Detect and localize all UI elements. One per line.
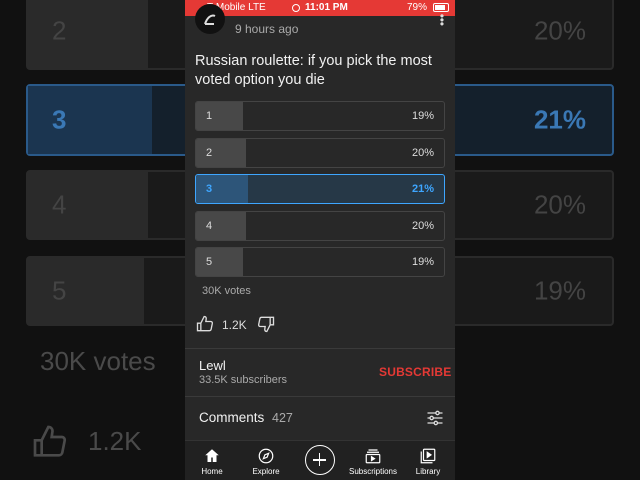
bg-option-label: 2	[52, 15, 67, 46]
thumbs-up-icon[interactable]	[195, 314, 215, 334]
channel-avatar[interactable]	[195, 4, 225, 34]
comments-label[interactable]: Comments	[199, 410, 264, 425]
bg-option-percent: 20%	[533, 189, 586, 220]
poll-option-2[interactable]: 2 20%	[195, 138, 445, 168]
bg-votes-text: 30K votes	[40, 346, 156, 376]
poll-option-label: 5	[206, 256, 213, 268]
poll-option-percent: 19%	[411, 256, 434, 268]
create-plus-icon	[305, 445, 335, 475]
subscribe-button[interactable]: SUBSCRIBE	[379, 365, 451, 379]
bg-option-label: 4	[52, 189, 67, 220]
bg-thumbs-up-icon	[33, 425, 67, 457]
like-count: 1.2K	[222, 318, 247, 332]
phone-screen: T-Mobile LTE 11:01 PM 79% 9 hours ago • •…	[185, 0, 455, 480]
status-bar: T-Mobile LTE 11:01 PM 79%	[185, 0, 455, 16]
poll-option-3[interactable]: 3 21%	[195, 174, 445, 204]
more-vertical-icon[interactable]: • • •	[437, 10, 447, 30]
nav-home[interactable]: Home	[197, 441, 227, 480]
poll-option-fill	[196, 139, 246, 167]
alarm-icon	[292, 4, 300, 12]
comments-count: 427	[272, 411, 293, 425]
bg-option-label: 5	[52, 275, 67, 306]
channel-subscriber-count: 33.5K subscribers	[199, 374, 288, 386]
compass-icon	[258, 448, 274, 464]
poll-option-fill	[196, 175, 249, 203]
divider	[185, 348, 455, 349]
bg-option-percent: 21%	[533, 104, 586, 135]
poll-option-label: 3	[206, 183, 213, 195]
bg-option-percent: 20%	[533, 15, 586, 46]
nav-explore-label: Explore	[252, 467, 280, 476]
post-timestamp: 9 hours ago	[235, 22, 299, 36]
bottom-navigation: Home Explore Subscriptions Library	[185, 440, 455, 480]
poll-option-percent: 19%	[411, 110, 434, 122]
poll-option-label: 2	[206, 147, 213, 159]
poll-option-1[interactable]: 1 19%	[195, 101, 445, 131]
poll-option-percent: 20%	[411, 220, 434, 232]
post-title: Russian roulette: if you pick the most v…	[195, 53, 432, 88]
poll-option-fill	[196, 212, 246, 240]
nav-create[interactable]	[303, 441, 337, 480]
thumbs-down-icon[interactable]	[256, 314, 276, 334]
poll-vote-count: 30K votes	[202, 285, 251, 297]
divider	[185, 396, 455, 397]
nav-home-label: Home	[201, 467, 223, 476]
poll-option-label: 4	[206, 220, 213, 232]
library-icon	[420, 448, 436, 464]
status-time: 11:01 PM	[305, 2, 348, 13]
poll-option-percent: 20%	[411, 147, 434, 159]
poll-option-4[interactable]: 4 20%	[195, 211, 445, 241]
sort-icon[interactable]	[425, 408, 445, 428]
nav-explore[interactable]: Explore	[249, 441, 283, 480]
channel-name[interactable]: Lewl	[199, 358, 226, 373]
poll-option-fill	[196, 248, 244, 276]
avatar-logo-icon	[204, 14, 216, 25]
poll-option-percent: 21%	[411, 183, 434, 195]
nav-subscriptions[interactable]: Subscriptions	[345, 441, 401, 480]
poll-option-fill	[196, 102, 244, 130]
nav-library[interactable]: Library	[410, 441, 446, 480]
home-icon	[205, 449, 219, 462]
poll-option-label: 1	[206, 110, 213, 122]
bg-option-percent: 19%	[533, 275, 586, 306]
bg-option-label: 3	[52, 104, 67, 135]
bg-like-count: 1.2K	[88, 426, 142, 456]
nav-subscriptions-label: Subscriptions	[348, 467, 398, 476]
nav-library-label: Library	[415, 467, 441, 476]
poll-option-5[interactable]: 5 19%	[195, 247, 445, 277]
battery-percent: 79%	[407, 2, 428, 13]
subscriptions-icon	[365, 449, 381, 464]
